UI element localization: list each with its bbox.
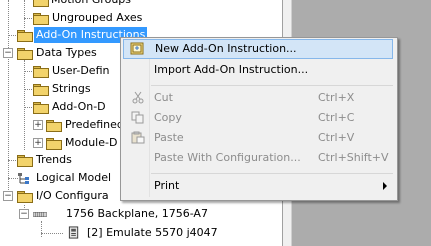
tree-item-backplane[interactable]: − 1756 Backplane, 1756-A7	[0, 205, 240, 223]
context-menu: New Add-On Instruction... Import Add-On …	[120, 37, 398, 201]
menu-item-label: Copy	[154, 111, 182, 124]
expand-icon[interactable]: +	[33, 120, 43, 130]
menu-item-label: Print	[154, 179, 180, 192]
menu-item-paste[interactable]: Paste Ctrl+V	[123, 128, 393, 148]
tree-item-motion-groups[interactable]: Motion Groups	[0, 0, 200, 9]
menu-item-label: Cut	[154, 91, 173, 104]
menu-item-shortcut: Ctrl+V	[318, 131, 355, 144]
menu-separator	[151, 173, 393, 174]
folder-icon	[33, 0, 49, 7]
tree-item-label: Trends	[36, 153, 72, 166]
menu-separator	[151, 85, 393, 86]
tree-item-ungrouped-axes[interactable]: Ungrouped Axes	[0, 9, 200, 27]
copy-icon	[131, 111, 144, 124]
tree-item-label: [2] Emulate 5570 j4047	[87, 226, 218, 239]
folder-icon	[33, 84, 49, 96]
paste-icon	[131, 131, 145, 144]
cut-icon	[132, 91, 144, 104]
folder-icon	[46, 120, 62, 132]
folder-icon	[17, 191, 33, 203]
menu-item-cut[interactable]: Cut Ctrl+X	[123, 88, 393, 108]
menu-item-label: Paste With Configuration...	[154, 151, 301, 164]
folder-icon	[17, 155, 33, 167]
tree-item-label: Ungrouped Axes	[52, 11, 143, 24]
collapse-icon[interactable]: −	[3, 48, 13, 58]
tree-item-label: I/O Configura	[36, 189, 109, 202]
folder-icon	[33, 66, 49, 78]
menu-item-label: Import Add-On Instruction...	[154, 63, 309, 76]
tree-item-label: Strings	[52, 82, 91, 95]
tree-item-label: Add-On-D	[52, 100, 106, 113]
tree-item-label: Logical Model	[36, 171, 112, 184]
submenu-arrow-icon	[383, 182, 387, 190]
menu-item-print[interactable]: Print	[123, 176, 393, 196]
folder-icon	[33, 13, 49, 25]
menu-item-copy[interactable]: Copy Ctrl+C	[123, 108, 393, 128]
menu-item-label: New Add-On Instruction...	[155, 42, 297, 55]
menu-item-shortcut: Ctrl+Shift+V	[318, 151, 389, 164]
module-icon	[68, 226, 79, 239]
collapse-icon[interactable]: −	[3, 191, 13, 201]
tree-item-emulate-module[interactable]: [2] Emulate 5570 j4047	[0, 224, 240, 242]
folder-icon	[46, 138, 62, 150]
menu-item-new-add-on-instruction[interactable]: New Add-On Instruction...	[123, 39, 393, 59]
expand-icon[interactable]: +	[33, 138, 43, 148]
folder-icon	[17, 48, 33, 60]
tree-item-label: 1756 Backplane, 1756-A7	[66, 207, 208, 220]
folder-icon	[33, 102, 49, 114]
backplane-icon	[33, 212, 47, 217]
folder-icon	[17, 30, 33, 42]
tree-item-label: User-Defin	[52, 64, 110, 77]
collapse-icon[interactable]: −	[19, 209, 29, 219]
tree-item-label: Predefined	[65, 118, 124, 131]
menu-item-import-add-on-instruction[interactable]: Import Add-On Instruction...	[123, 60, 393, 80]
new-add-on-icon	[130, 42, 144, 55]
menu-item-shortcut: Ctrl+X	[318, 91, 355, 104]
tree-item-label: Data Types	[36, 46, 97, 59]
tree-item-label: Module-D	[65, 136, 118, 149]
menu-item-label: Paste	[154, 131, 184, 144]
menu-item-paste-with-configuration[interactable]: Paste With Configuration... Ctrl+Shift+V	[123, 148, 393, 168]
menu-item-shortcut: Ctrl+C	[318, 111, 355, 124]
logical-model-icon	[18, 173, 29, 184]
tree-item-label: Motion Groups	[51, 0, 131, 9]
